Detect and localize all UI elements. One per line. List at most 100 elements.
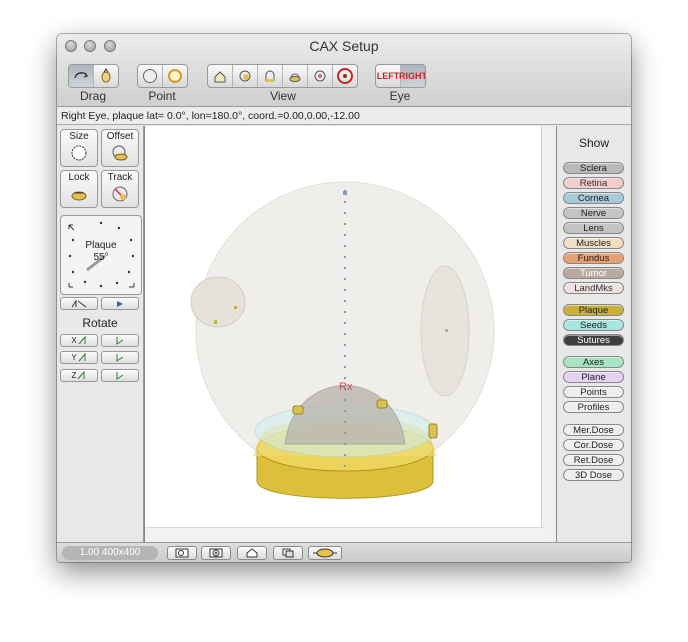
size-tool-button[interactable]: Size	[60, 129, 98, 167]
rotate-minus-icon	[78, 371, 85, 380]
play-right-icon	[117, 300, 123, 307]
plaque-dial-angle: 55°	[93, 252, 109, 263]
view-group-label: View	[270, 89, 296, 103]
view-front-button[interactable]	[233, 65, 258, 87]
view-side-button[interactable]	[258, 65, 283, 87]
rotate-y-plus-button[interactable]	[101, 351, 139, 364]
view-side-icon	[265, 70, 275, 82]
lock-tool-button[interactable]: Lock	[60, 170, 98, 208]
point-target-icon	[168, 69, 182, 83]
eye-3d-viewport[interactable]: Rx	[144, 126, 557, 542]
rotate-reset-icon	[71, 298, 87, 307]
offset-icon	[112, 145, 128, 161]
view-eye-button[interactable]	[333, 65, 357, 87]
point-button-group	[137, 64, 188, 88]
copy-icon	[282, 548, 294, 558]
plaque-view-icon	[313, 548, 337, 558]
show-toggle-landmks[interactable]: LandMks	[563, 282, 624, 294]
zoom-out-icon	[175, 548, 189, 558]
show-toggle-sclera[interactable]: Sclera	[563, 162, 624, 174]
right-eye-label: RIGHT	[399, 71, 426, 81]
right-eye-button[interactable]: RIGHT	[399, 65, 426, 87]
rotate-minus-icon	[78, 336, 86, 345]
lock-icon	[71, 191, 87, 201]
show-toggle-axes[interactable]: Axes	[563, 356, 624, 368]
show-toggle-sutures[interactable]: Sutures	[563, 334, 624, 346]
view-top-button[interactable]	[208, 65, 233, 87]
show-toggle-lens[interactable]: Lens	[563, 222, 624, 234]
show-toggle-plane[interactable]: Plane	[563, 371, 624, 383]
size-tool-label: Size	[69, 131, 89, 142]
home-button[interactable]	[237, 546, 267, 560]
rotate-drag-button[interactable]	[69, 65, 94, 87]
rx-center-label: Rx	[339, 381, 353, 393]
vertical-scrollbar[interactable]	[541, 126, 556, 542]
show-toggle-retina[interactable]: Retina	[563, 177, 624, 189]
show-panel-title: Show	[578, 136, 610, 150]
size-circle-icon	[71, 145, 87, 161]
show-toggle-mer-dose[interactable]: Mer.Dose	[563, 424, 624, 436]
view-bottom-button[interactable]	[283, 65, 308, 87]
plaque-orientation-dial[interactable]: Plaque 55°	[60, 215, 142, 295]
point-globe-icon	[143, 69, 157, 83]
view-button-group	[207, 64, 358, 88]
track-tool-label: Track	[107, 172, 133, 183]
show-panel: Show Sclera Retina Cornea Nerve Lens Muscles F…	[557, 126, 631, 542]
show-toggle-seeds[interactable]: Seeds	[563, 319, 624, 331]
lock-tool-label: Lock	[68, 172, 90, 183]
left-eye-button[interactable]: LEFT	[376, 65, 401, 87]
horizontal-scrollbar[interactable]	[145, 527, 544, 542]
view-eye-icon	[337, 68, 353, 84]
zoom-readout: 1.00 400x400	[62, 546, 158, 560]
offset-tool-button[interactable]: Offset	[101, 129, 139, 167]
view-oblique-icon	[314, 70, 326, 82]
zoom-out-button[interactable]	[167, 546, 197, 560]
toolbar: CAX Setup Drag Point View LEFT RIGHT Eye	[57, 34, 631, 107]
point-target-button[interactable]	[163, 65, 187, 87]
rotate-plus-icon	[116, 372, 124, 380]
rotate-label: Rotate	[82, 316, 118, 330]
show-toggle-cornea[interactable]: Cornea	[563, 192, 624, 204]
rotate-plus-icon	[116, 337, 124, 345]
show-toggle-profiles[interactable]: Profiles	[563, 401, 624, 413]
left-eye-label: LEFT	[376, 71, 400, 81]
show-toggle-cor-dose[interactable]: Cor.Dose	[563, 439, 624, 451]
bottom-bar: 1.00 400x400	[57, 542, 631, 562]
show-toggle-tumor[interactable]: Tumor	[563, 267, 624, 279]
rotate-reset-button[interactable]	[60, 297, 98, 310]
view-oblique-button[interactable]	[308, 65, 333, 87]
show-toggle-fundus[interactable]: Fundus	[563, 252, 624, 264]
view-bottom-icon	[289, 73, 301, 82]
plaque-view-button[interactable]	[308, 546, 342, 560]
rotate-z-plus-button[interactable]	[101, 369, 139, 382]
point-globe-button[interactable]	[138, 65, 163, 87]
rotate-x-minus-button[interactable]: X	[60, 334, 98, 347]
show-toggle-plaque[interactable]: Plaque	[563, 304, 624, 316]
track-tool-button[interactable]: Track	[101, 170, 139, 208]
show-toggle-3d-dose[interactable]: 3D Dose	[563, 469, 624, 481]
rotate-y-minus-button[interactable]: Y	[60, 351, 98, 364]
view-front-icon	[239, 70, 251, 82]
track-icon	[112, 186, 128, 202]
show-toggle-ret-dose[interactable]: Ret.Dose	[563, 454, 624, 466]
show-toggle-points[interactable]: Points	[563, 386, 624, 398]
show-toggle-muscles[interactable]: Muscles	[563, 237, 624, 249]
eye-button-group: LEFT RIGHT	[375, 64, 426, 88]
window-title: CAX Setup	[309, 38, 379, 54]
plaque-dial-label: Plaque	[85, 240, 117, 251]
copy-button[interactable]	[273, 546, 303, 560]
hand-drag-button[interactable]	[94, 65, 118, 87]
rotate-z-minus-button[interactable]: Z	[60, 369, 98, 382]
view-top-icon	[214, 71, 226, 83]
drag-button-group	[68, 64, 119, 88]
left-tool-panel: Size Offset Lock Track Plaque 55° Rotate…	[57, 126, 144, 542]
eye-model-render	[190, 181, 495, 499]
zoom-in-icon	[209, 548, 223, 558]
offset-tool-label: Offset	[106, 131, 134, 142]
show-toggle-nerve[interactable]: Nerve	[563, 207, 624, 219]
rotate-play-button[interactable]	[101, 297, 139, 310]
eye-group-label: Eye	[389, 89, 411, 103]
zoom-in-button[interactable]	[201, 546, 231, 560]
rotate-minus-icon	[78, 353, 86, 362]
rotate-x-plus-button[interactable]	[101, 334, 139, 347]
